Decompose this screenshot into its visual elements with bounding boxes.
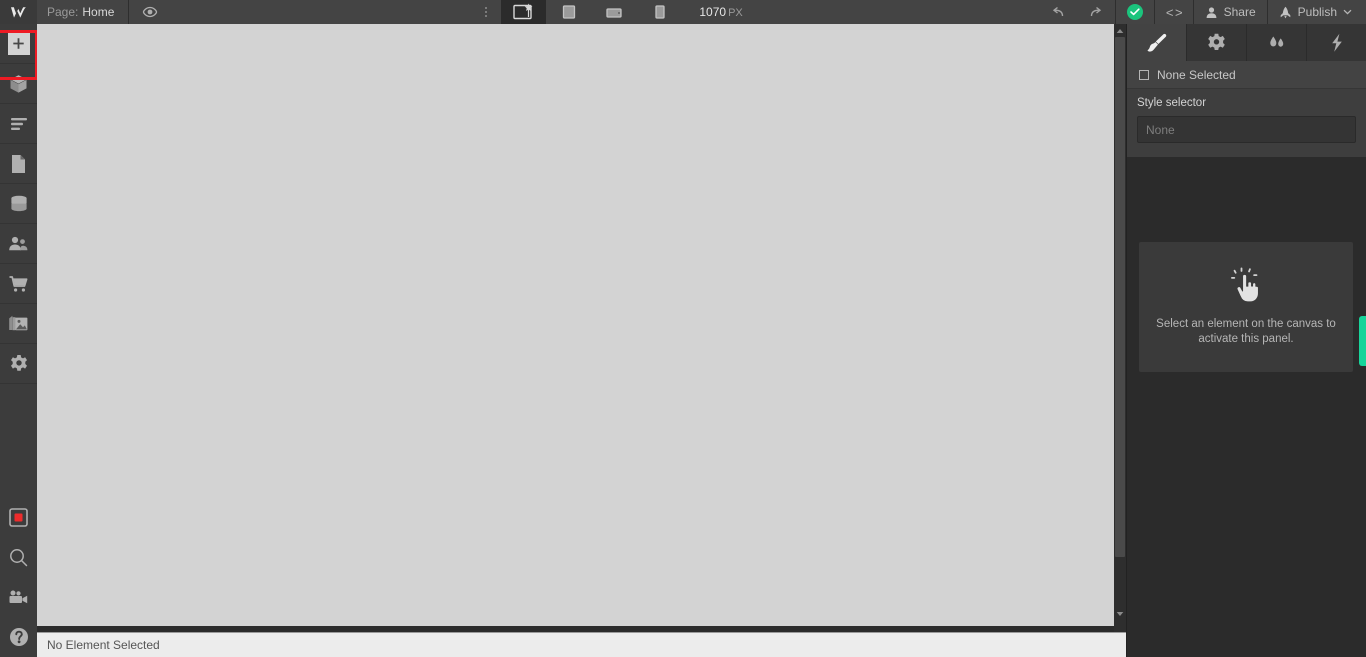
selection-indicator: None Selected [1127,61,1366,89]
sidebar-item-ecommerce[interactable] [0,264,37,304]
water-drops-icon [1266,35,1288,51]
canvas-width-unit: PX [728,7,743,19]
right-panel: None Selected Style selector None Select… [1126,24,1366,657]
left-sidebar [0,24,37,657]
canvas-options-menu[interactable] [471,0,501,24]
sidebar-item-components[interactable] [0,64,37,104]
webflow-logo-icon[interactable] [0,0,37,24]
code-view-button[interactable]: < > [1155,0,1193,24]
page-indicator[interactable]: Page: Home [37,0,130,24]
sidebar-item-video[interactable] [0,577,37,617]
top-bar: Page: Home 1070 PX < > Share Publish [0,0,1366,24]
chevron-down-icon [1343,9,1352,15]
question-circle-icon [9,627,29,647]
checkmark-circle-icon [1126,4,1143,20]
tab-settings[interactable] [1187,24,1247,61]
empty-square-icon [1139,69,1149,80]
tab-effects[interactable] [1307,24,1366,61]
design-canvas[interactable] [37,24,1114,626]
click-hand-icon [1229,267,1263,303]
publish-button[interactable]: Publish [1268,0,1366,24]
publish-label: Publish [1297,5,1337,19]
database-icon [9,195,29,213]
status-bar: No Element Selected [37,632,1126,657]
rocket-icon [1279,6,1292,19]
preview-eye-icon[interactable] [129,0,171,24]
code-brackets-icon: < > [1165,4,1183,20]
cube-icon [9,74,28,94]
style-selector-label: Style selector [1137,97,1207,109]
magnifier-icon [9,548,28,567]
canvas-width-readout: 1070 PX [699,5,742,19]
sidebar-item-pages[interactable] [0,144,37,184]
style-selector-input[interactable]: None [1137,116,1356,143]
style-selector-placeholder: None [1146,122,1175,137]
canvas-width-value: 1070 [699,5,727,19]
sidebar-item-recording[interactable] [0,497,37,537]
lightning-bolt-icon [1330,33,1344,53]
page-label: Page: [47,5,79,19]
panel-empty-state: Select an element on the canvas to activ… [1139,242,1353,372]
selection-label: None Selected [1157,67,1236,82]
images-icon [8,315,29,333]
three-dots-vertical-icon [485,7,488,17]
plus-icon [7,32,30,55]
gear-icon [1207,33,1226,52]
scrollbar-track[interactable] [1114,37,1126,607]
topbar-right-group: < > Share Publish [1039,0,1366,24]
sidebar-bottom-group [0,497,37,657]
breakpoint-mobile-landscape[interactable] [591,0,636,24]
tab-interactions[interactable] [1247,24,1307,61]
canvas-vertical-scrollbar[interactable] [1114,24,1126,632]
webflow-designer-app: Page: Home 1070 PX < > Share Publish No … [0,0,1366,657]
sidebar-item-settings[interactable] [0,344,37,384]
page-document-icon [10,154,27,174]
undo-button[interactable] [1039,0,1077,24]
sidebar-item-navigator[interactable] [0,104,37,144]
sidebar-item-users[interactable] [0,224,37,264]
save-status-button[interactable] [1116,0,1154,24]
panel-empty-state-text: Select an element on the canvas to activ… [1156,318,1336,345]
person-icon [1205,6,1218,19]
gear-icon [9,354,29,374]
breakpoint-mobile-portrait[interactable] [636,0,681,24]
layers-list-icon [9,117,29,131]
sidebar-item-search[interactable] [0,537,37,577]
shopping-cart-icon [8,275,29,293]
style-selector-section: Style selector None [1127,89,1366,157]
scrollbar-thumb[interactable] [1115,37,1125,557]
breakpoint-switcher [501,0,681,24]
redo-arrow-icon [1088,6,1104,19]
red-square-stop-icon [9,507,28,527]
sidebar-item-add[interactable] [0,24,37,64]
breakpoint-desktop[interactable] [501,0,547,24]
breakpoint-tablet[interactable] [546,0,591,24]
scroll-down-arrow-icon[interactable] [1114,607,1126,620]
scroll-up-arrow-icon[interactable] [1114,24,1126,37]
tab-style[interactable] [1127,24,1187,61]
redo-button[interactable] [1077,0,1115,24]
page-name: Home [82,5,115,19]
sidebar-item-help[interactable] [0,617,37,657]
undo-arrow-icon [1050,6,1066,19]
paintbrush-icon [1146,33,1168,53]
share-button[interactable]: Share [1194,0,1267,24]
panel-toggle-tab-icon[interactable] [1359,316,1366,366]
people-icon [8,236,29,252]
video-camera-icon [8,590,29,605]
status-bar-text: No Element Selected [47,638,160,652]
right-panel-tabs [1127,24,1366,61]
canvas-area [37,24,1126,632]
sidebar-item-cms[interactable] [0,184,37,224]
share-label: Share [1223,5,1256,19]
sidebar-item-assets[interactable] [0,304,37,344]
